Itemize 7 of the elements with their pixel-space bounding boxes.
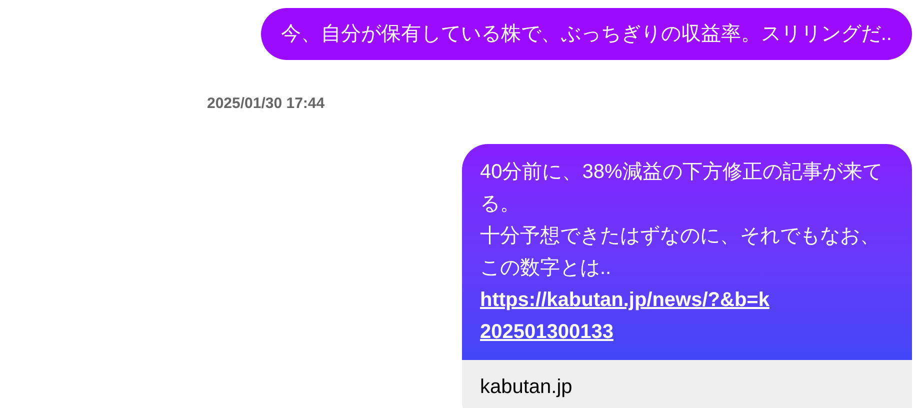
- preview-domain: kabutan.jp: [480, 376, 572, 398]
- message-bubble: 今、自分が保有している株で、ぶっちぎりの収益率。スリリングだ..: [260, 8, 912, 60]
- message-link[interactable]: https://kabutan.jp/news/?&b=k202501300133: [480, 284, 770, 348]
- message-text: 十分予想できたはずなのに、それでもなお、この数字とは..: [480, 224, 881, 281]
- message-timestamp: 2025/01/30 17:44: [207, 95, 325, 112]
- message-text: 40分前に、38%減益の下方修正の記事が来てる。: [480, 160, 884, 217]
- link-preview[interactable]: kabutan.jp: [462, 360, 912, 408]
